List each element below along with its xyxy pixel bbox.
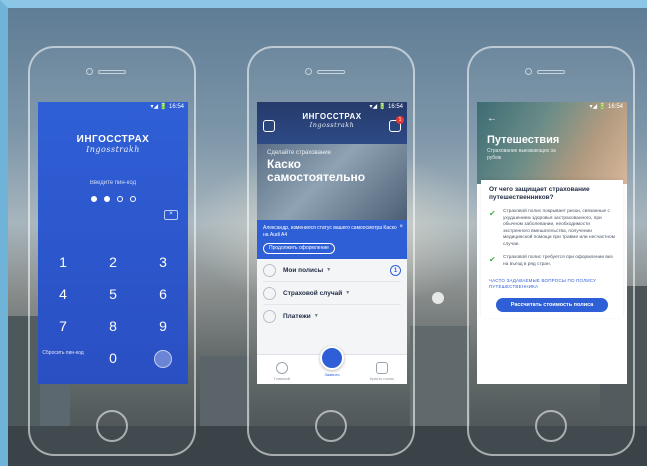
key-1[interactable]: 1 — [38, 254, 88, 270]
payments-icon — [263, 309, 276, 323]
camera — [305, 68, 312, 75]
status-bar: ▾◢ 🔋 16:54 — [589, 104, 623, 110]
check-icon: ✔ — [489, 209, 496, 218]
item-text: Страховой полис требуется при оформлении… — [503, 255, 613, 267]
pin-dot — [129, 196, 136, 202]
policy-icon — [263, 263, 276, 277]
info-card: От чего защищает страхование путешествен… — [481, 180, 623, 318]
logo: ИНГОССТРАХ Ingosstrakh — [38, 134, 188, 154]
fingerprint-icon — [154, 350, 172, 368]
phone-travel: ▾◢ 🔋 16:54 ← Путешествия Страхование вые… — [467, 46, 635, 456]
backspace-icon[interactable]: × — [164, 210, 178, 220]
travel-hero: ▾◢ 🔋 16:54 ← Путешествия Страхование вые… — [477, 102, 627, 184]
page-title: Путешествия — [487, 134, 560, 146]
speaker — [317, 70, 345, 74]
warning-icon — [320, 346, 344, 370]
home-icon — [276, 362, 288, 374]
key-5[interactable]: 5 — [88, 286, 138, 302]
notification-badge: 1 — [396, 116, 404, 124]
menu-label: Мои полисы — [283, 266, 324, 274]
key-3[interactable]: 3 — [138, 254, 188, 270]
status-bar: ▾◢ 🔋 16:54 — [150, 104, 184, 110]
pin-screen: ▾◢ 🔋 16:54 ИНГОССТРАХ Ingosstrakh Введит… — [38, 102, 188, 384]
menu-label: Страховой случай — [283, 289, 343, 297]
camera — [525, 68, 532, 75]
policy-count: 1 — [390, 264, 401, 276]
tab-label: Заявить — [324, 372, 340, 377]
travel-screen: ▾◢ 🔋 16:54 ← Путешествия Страхование вые… — [477, 102, 627, 384]
chevron-down-icon: ▼ — [345, 290, 351, 296]
promo-banner[interactable]: Сделайте страхование Каско самостоятельн… — [257, 144, 407, 220]
menu-label: Платежи — [283, 312, 311, 320]
camera — [86, 68, 93, 75]
home-button — [96, 410, 128, 442]
key-4[interactable]: 4 — [38, 286, 88, 302]
chevron-down-icon: ▼ — [326, 267, 332, 273]
logo-text: ИНГОССТРАХ — [76, 134, 150, 145]
question-heading: От чего защищает страхование путешествен… — [489, 186, 590, 201]
key-9[interactable]: 9 — [138, 318, 188, 334]
home-button — [535, 410, 567, 442]
menu-payments[interactable]: Платежи ▼ — [263, 305, 401, 327]
status-bar: ▾◢ 🔋 16:54 — [369, 104, 403, 110]
banner-title: Каско самостоятельно — [267, 157, 366, 184]
phone-main: ▾◢ 🔋 16:54 ИНГОССТРАХ Ingosstrakh 1 Сдел… — [247, 46, 415, 456]
speaker — [98, 70, 126, 74]
tab-claim[interactable]: Заявить — [312, 346, 352, 377]
fingerprint-button[interactable] — [138, 350, 188, 368]
close-icon[interactable]: × — [399, 224, 403, 231]
top-bar: ▾◢ 🔋 16:54 ИНГОССТРАХ Ingosstrakh 1 — [257, 102, 407, 144]
banner-subtitle: Сделайте страхование — [267, 150, 331, 156]
home-button — [315, 410, 347, 442]
menu-policies[interactable]: Мои полисы ▼ 1 — [263, 259, 401, 282]
tab-home[interactable]: Главный — [262, 362, 302, 381]
decor-circle — [432, 292, 444, 304]
item-text: Страховой полис покрывает риски, связанн… — [503, 209, 615, 247]
back-arrow-icon[interactable]: ← — [487, 114, 617, 124]
tab-bar: Главный Заявить Купить полис — [257, 346, 407, 384]
tab-label: Купить полис — [369, 376, 395, 381]
logo-text: ИНГОССТРАХ — [302, 112, 362, 121]
pin-dots — [38, 196, 188, 202]
phone-pin: ▾◢ 🔋 16:54 ИНГОССТРАХ Ingosstrakh Введит… — [28, 46, 196, 456]
claim-icon — [263, 286, 276, 300]
key-8[interactable]: 8 — [88, 318, 138, 334]
tab-buy[interactable]: Купить полис — [362, 362, 402, 381]
status-notice: Александр, изменился статус вашего самоо… — [257, 220, 407, 259]
notice-text: Александр, изменился статус вашего самоо… — [263, 225, 397, 238]
list-item: ✔ Страховой полис покрывает риски, связа… — [489, 209, 615, 248]
main-screen: ▾◢ 🔋 16:54 ИНГОССТРАХ Ingosstrakh 1 Сдел… — [257, 102, 407, 384]
tab-label: Главный — [274, 376, 290, 381]
continue-button[interactable]: Продолжить оформление — [263, 243, 335, 254]
speaker — [537, 70, 565, 74]
key-7[interactable]: 7 — [38, 318, 88, 334]
logo-script: Ingosstrakh — [309, 121, 355, 129]
logo: ИНГОССТРАХ Ingosstrakh — [257, 112, 407, 129]
chevron-down-icon: ▼ — [313, 313, 319, 319]
calculator-icon — [376, 362, 388, 374]
keypad: 1 2 3 4 5 6 7 8 9 Сбросить пин-код 0 — [38, 254, 188, 368]
key-0[interactable]: 0 — [88, 350, 138, 366]
pin-dot — [103, 196, 110, 202]
key-2[interactable]: 2 — [88, 254, 138, 270]
calculate-button[interactable]: Рассчитать стоимость полиса — [496, 298, 608, 312]
faq-link[interactable]: ЧАСТО ЗАДАВАЕМЫЕ ВОПРОСЫ ПО ПОЛИСУ ПУТЕШ… — [489, 278, 615, 290]
promo-scene: ▾◢ 🔋 16:54 ИНГОССТРАХ Ingosstrakh Введит… — [0, 0, 647, 466]
pin-dot — [116, 196, 123, 202]
check-icon: ✔ — [489, 255, 496, 264]
key-6[interactable]: 6 — [138, 286, 188, 302]
page-subtitle: Страхование выезжающих за рубеж — [487, 148, 556, 161]
pin-label: Введите пин-код — [89, 180, 137, 186]
pin-dot — [90, 196, 97, 202]
reset-pin-button[interactable]: Сбросить пин-код — [38, 350, 88, 366]
menu-claim[interactable]: Страховой случай ▼ — [263, 282, 401, 305]
logo-script: Ingosstrakh — [86, 145, 140, 154]
list-item: ✔ Страховой полис требуется при оформлен… — [489, 255, 615, 268]
